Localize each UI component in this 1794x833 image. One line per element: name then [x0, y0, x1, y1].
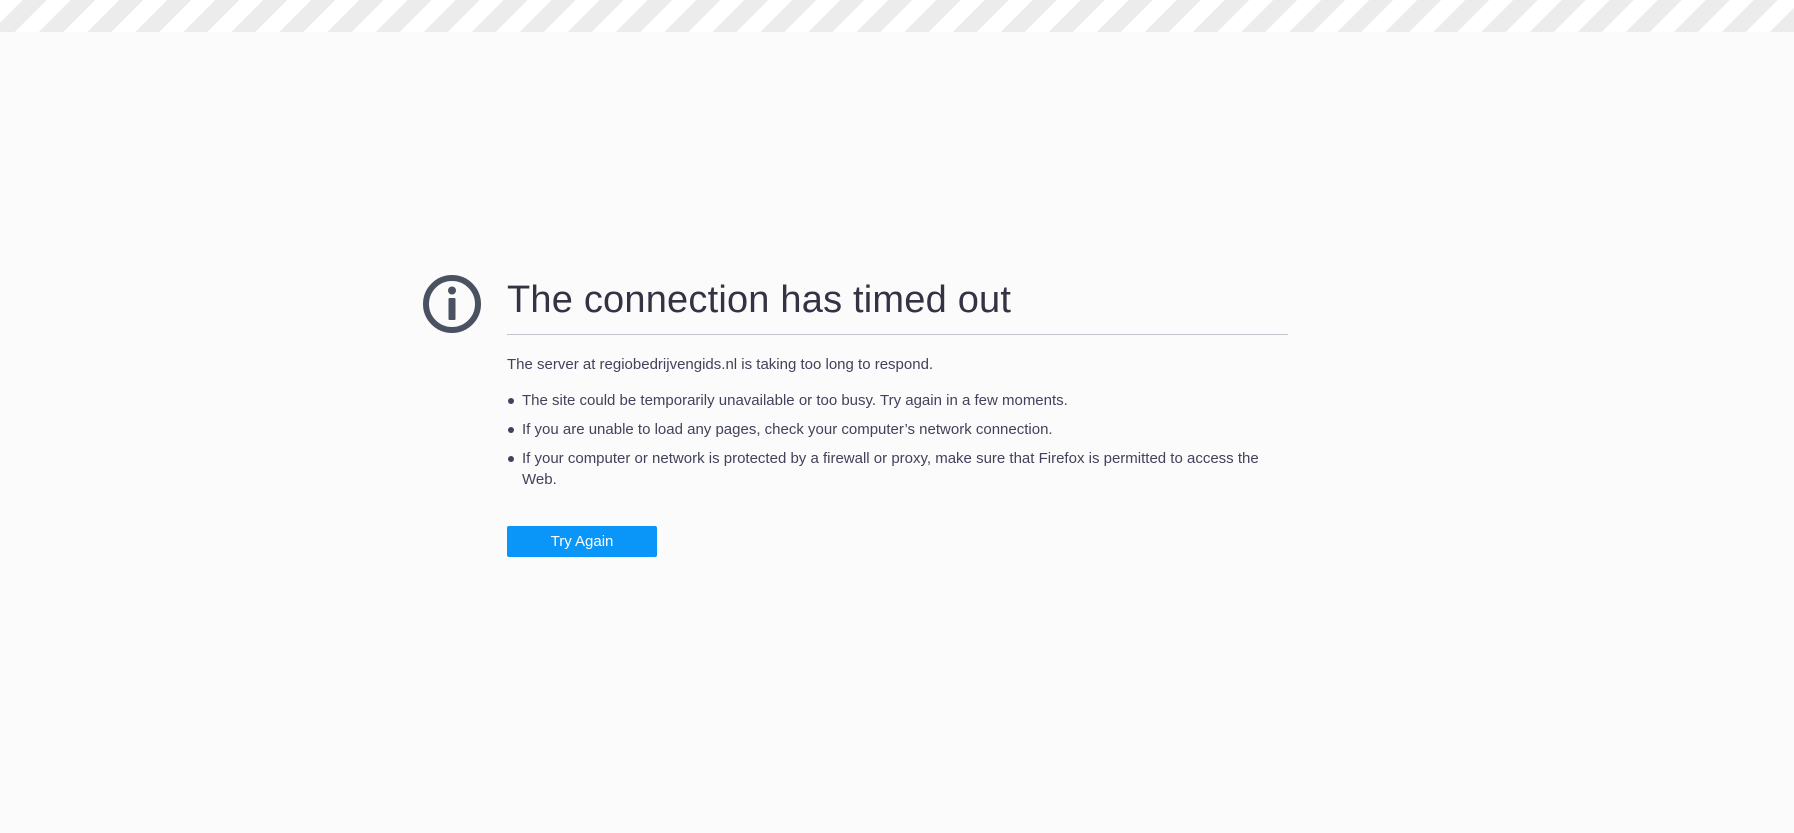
suggestion-list: The site could be temporarily unavailabl… [507, 390, 1288, 490]
suggestion-item: If you are unable to load any pages, che… [507, 419, 1288, 440]
page-title: The connection has timed out [507, 272, 1288, 335]
try-again-button[interactable]: Try Again [507, 526, 657, 557]
info-icon [422, 274, 482, 334]
suggestion-item: The site could be temporarily unavailabl… [507, 390, 1288, 411]
error-description: The server at regiobedrijvengids.nl is t… [507, 356, 934, 373]
suggestion-text: If your computer or network is protected… [522, 450, 1259, 488]
suggestion-text: If you are unable to load any pages, che… [522, 421, 1053, 438]
bullet-icon [508, 427, 514, 433]
info-icon-graphic [423, 275, 481, 333]
warning-stripe-bar [0, 0, 1794, 32]
bullet-icon [508, 398, 514, 404]
suggestion-item: If your computer or network is protected… [507, 448, 1288, 490]
suggestion-text: The site could be temporarily unavailabl… [522, 392, 1068, 409]
error-content: The connection has timed out The server … [507, 272, 1288, 557]
bullet-icon [508, 456, 514, 462]
